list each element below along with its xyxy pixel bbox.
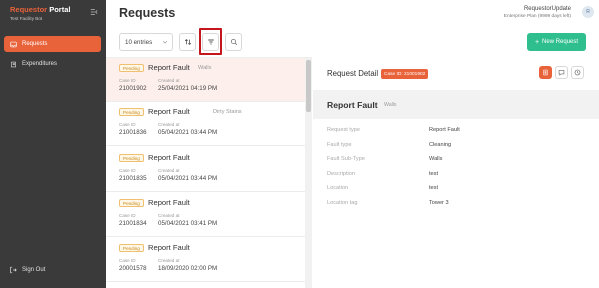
- case-id-badge: Case ID: 21001902: [381, 69, 429, 79]
- entries-select[interactable]: 10 entries: [119, 33, 173, 51]
- created-value: 05/04/2021 03:41 PM: [158, 220, 218, 227]
- created-label: Created at: [158, 122, 180, 127]
- request-title: Report Fault: [148, 198, 190, 207]
- entries-value: 10 entries: [125, 38, 153, 46]
- sidebar: Requestor Portal Test Facility Bot Reque…: [0, 0, 106, 288]
- page-title: Requests: [119, 6, 176, 20]
- field-value: test: [429, 171, 439, 177]
- field-label: Fault Sub-Type: [327, 156, 365, 162]
- request-card[interactable]: Pending Report Fault Dirty Stains Case I…: [106, 102, 305, 146]
- main-content: Requests RequestorUpdate Enterprise Plan…: [106, 0, 599, 288]
- status-badge: Pending: [119, 154, 144, 162]
- brand-name-part1: Requestor: [10, 5, 48, 14]
- new-request-label: New Request: [542, 39, 579, 45]
- search-button[interactable]: [225, 33, 242, 51]
- request-card[interactable]: Pending Report Fault Case ID 21001835 Cr…: [106, 148, 305, 192]
- request-card[interactable]: Pending Report Fault Case ID 21001834 Cr…: [106, 193, 305, 237]
- sidebar-item-requests[interactable]: Requests: [4, 36, 101, 52]
- created-value: 25/04/2021 04:19 PM: [158, 85, 218, 92]
- field-value: Cleaning: [429, 142, 452, 148]
- app: Requestor Portal Test Facility Bot Reque…: [0, 0, 599, 288]
- field-value: Report Fault: [429, 127, 460, 133]
- request-card[interactable]: Pending Report Fault Case ID 20001578 Cr…: [106, 238, 305, 282]
- search-icon: [230, 38, 237, 46]
- field-label: Fault type: [327, 142, 352, 148]
- book-icon: [11, 61, 16, 67]
- case-id-label: Case ID: [119, 213, 136, 218]
- detail-chat-button[interactable]: [555, 66, 568, 79]
- filter-highlight-box: [199, 28, 222, 55]
- case-id-label: Case ID: [119, 168, 136, 173]
- case-id-value: 21001902: [119, 85, 147, 92]
- created-label: Created at: [158, 258, 180, 263]
- field-label: Request type: [327, 127, 360, 133]
- status-badge: Pending: [119, 108, 144, 116]
- avatar[interactable]: R: [582, 6, 594, 18]
- sidebar-item-label: Expenditures: [22, 61, 58, 67]
- collapse-icon[interactable]: [90, 8, 98, 16]
- detail-title: Report Fault: [327, 100, 378, 110]
- detail-history-button[interactable]: [571, 66, 584, 79]
- chevron-down-icon: [162, 41, 168, 44]
- sign-out-icon: [10, 266, 17, 274]
- sidebar-item-expenditures[interactable]: Expenditures: [4, 56, 101, 72]
- status-badge: Pending: [119, 244, 144, 252]
- request-subtitle: Dirty Stains: [213, 109, 242, 115]
- brand-name: Requestor Portal: [10, 5, 70, 14]
- user-plan: Enterprise Plan (9999 days left): [503, 14, 571, 19]
- field-label: Location: [327, 185, 349, 191]
- clock-icon: [574, 69, 581, 76]
- case-id-label: Case ID: [119, 258, 136, 263]
- request-title: Report Fault: [148, 107, 190, 116]
- field-label: Description: [327, 171, 355, 177]
- request-title: Report Fault: [148, 153, 190, 162]
- detail-subtitle: Walls: [384, 102, 397, 108]
- case-id-value: 21001835: [119, 175, 147, 182]
- case-id-value: 20001578: [119, 265, 147, 272]
- request-title: Report Fault: [148, 63, 190, 72]
- case-id-label: Case ID: [119, 122, 136, 127]
- user-name[interactable]: RequestorUpdate: [524, 6, 571, 12]
- created-value: 18/09/2020 02:00 PM: [158, 265, 218, 272]
- case-id-label: Case ID: [119, 78, 136, 83]
- detail-title-band: Report Fault Walls: [313, 90, 599, 119]
- field-value: Walls: [429, 156, 443, 162]
- sort-icon: [184, 39, 191, 45]
- request-title: Report Fault: [148, 243, 190, 252]
- field-value: Tower 3: [429, 200, 449, 206]
- detail-info-button[interactable]: [539, 66, 552, 79]
- case-id-value: 21001836: [119, 129, 147, 136]
- created-value: 05/04/2021 03:44 PM: [158, 175, 218, 182]
- request-subtitle: Walls: [198, 65, 212, 71]
- chat-icon: [558, 70, 565, 76]
- status-badge: Pending: [119, 64, 144, 72]
- sidebar-item-label: Requests: [22, 41, 48, 47]
- sort-button[interactable]: [179, 33, 196, 51]
- created-label: Created at: [158, 213, 180, 218]
- status-badge: Pending: [119, 199, 144, 207]
- request-list: Pending Report Fault Walls Case ID 21001…: [106, 57, 312, 288]
- created-label: Created at: [158, 168, 180, 173]
- detail-heading: Request Detail: [327, 69, 379, 78]
- plus-icon: +: [534, 38, 540, 46]
- request-card[interactable]: Pending Report Fault Walls Case ID 21001…: [106, 58, 305, 102]
- inbox-icon: [10, 41, 17, 47]
- list-scroll-thumb[interactable]: [306, 60, 311, 112]
- created-value: 05/04/2021 03:44 PM: [158, 129, 218, 136]
- brand-name-part2: Portal: [49, 5, 71, 14]
- sign-out-label: Sign Out: [22, 267, 46, 273]
- document-icon: [543, 69, 548, 76]
- field-value: test: [429, 185, 439, 191]
- created-label: Created at: [158, 78, 180, 83]
- new-request-button[interactable]: + New Request: [527, 33, 586, 51]
- sign-out-button[interactable]: Sign Out: [9, 266, 45, 274]
- brand-subtitle: Test Facility Bot: [10, 16, 43, 21]
- field-label: Location tag: [327, 200, 358, 206]
- case-id-value: 21001834: [119, 220, 147, 227]
